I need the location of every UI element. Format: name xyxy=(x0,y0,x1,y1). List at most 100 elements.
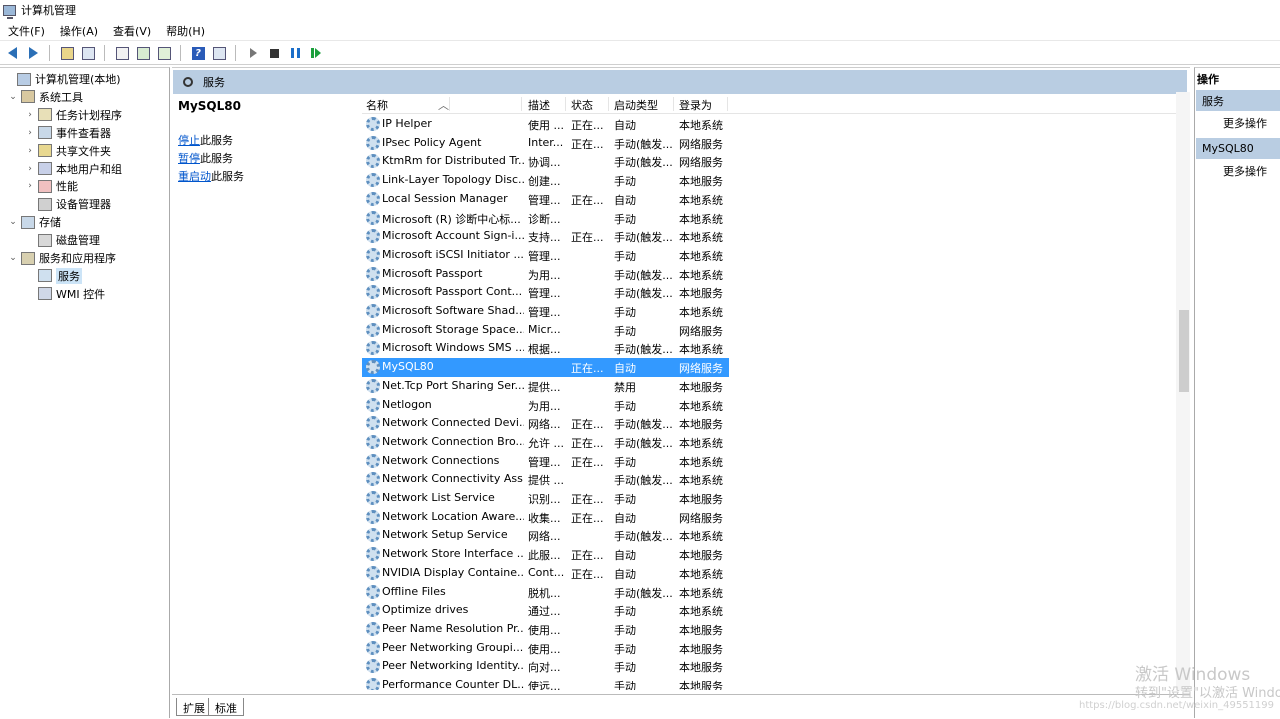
forward-icon[interactable] xyxy=(24,44,42,62)
menu-action[interactable]: 操作(A) xyxy=(52,23,105,39)
column-description[interactable]: 描述 xyxy=(528,97,566,112)
back-icon[interactable] xyxy=(3,44,21,62)
service-name-cell: Peer Name Resolution Pr... xyxy=(382,621,524,635)
vertical-scrollbar[interactable] xyxy=(1176,92,1190,690)
actions-section-services[interactable]: 服务 xyxy=(1196,90,1280,111)
expand-toggle-icon[interactable]: › xyxy=(25,146,35,156)
tree-item-7[interactable]: 设备管理器 xyxy=(25,195,111,213)
up-icon[interactable] xyxy=(58,44,76,62)
service-row[interactable]: Microsoft Software Shad... 管理... 手动 本地系统 xyxy=(362,302,1177,321)
service-row[interactable]: Network Connectivity Ass... 提供 ... 手动(触发..… xyxy=(362,470,1177,489)
properties-icon[interactable] xyxy=(210,44,228,62)
column-startup-type[interactable]: 启动类型 xyxy=(614,97,674,112)
tree-item-2[interactable]: › 任务计划程序 xyxy=(25,106,122,124)
service-row[interactable]: Peer Networking Groupi... 使用... 手动 本地服务 xyxy=(362,639,1177,658)
scrollbar-thumb[interactable] xyxy=(1179,310,1189,392)
menu-help[interactable]: 帮助(H) xyxy=(158,23,212,39)
service-name-cell: Microsoft Windows SMS ... xyxy=(382,341,524,355)
expand-toggle-icon[interactable]: ⌄ xyxy=(8,92,18,102)
service-description-cell: Micr... xyxy=(528,322,561,336)
service-row[interactable]: Microsoft Account Sign-i... 支持... 正在... 手动(… xyxy=(362,227,1177,246)
tree-item-9[interactable]: 磁盘管理 xyxy=(25,231,100,249)
service-row[interactable]: Optimize drives 通过... 手动 本地系统 xyxy=(362,601,1177,620)
tree-item-8[interactable]: ⌄ 存储 xyxy=(8,213,61,231)
column-logon-as[interactable]: 登录为 xyxy=(679,97,728,112)
service-row[interactable]: NVIDIA Display Containe... Cont... 正在... 自动… xyxy=(362,564,1177,583)
tab-extended[interactable]: 扩展 xyxy=(176,698,212,716)
service-row[interactable]: Net.Tcp Port Sharing Ser... 提供... 禁用 本地服务 xyxy=(362,377,1177,396)
expand-toggle-icon[interactable]: › xyxy=(25,181,35,191)
actions-section-mysql80[interactable]: MySQL80 xyxy=(1196,138,1280,159)
service-row[interactable]: Network Location Aware... 收集... 正在... 自动 网络服… xyxy=(362,508,1177,527)
tree-item-6[interactable]: › 性能 xyxy=(25,177,78,195)
service-row[interactable]: Network List Service 识别... 正在... 手动 本地服务 xyxy=(362,489,1177,508)
service-row[interactable]: Peer Networking Identity... 向对... 手动 本地服务 xyxy=(362,657,1177,676)
service-row[interactable]: Microsoft Windows SMS ... 根据... 手动(触发... 本地… xyxy=(362,339,1177,358)
service-row[interactable]: Microsoft Passport 为用... 手动(触发... 本地系统 xyxy=(362,265,1177,284)
refresh-icon[interactable] xyxy=(134,44,152,62)
tree-item-1[interactable]: ⌄ 系统工具 xyxy=(8,88,83,106)
service-row[interactable]: Network Connected Devi... 网络... 正在... 手动(触发… xyxy=(362,414,1177,433)
pause-service-link[interactable]: 暂停 xyxy=(178,152,200,165)
tree-item-5[interactable]: › 本地用户和组 xyxy=(25,160,122,178)
tree-item-11[interactable]: 服务 xyxy=(25,267,82,285)
service-logon-cell: 本地系统 xyxy=(679,399,723,413)
more-actions-services[interactable]: 更多操作 xyxy=(1223,115,1267,131)
service-row[interactable]: Network Setup Service 网络... 手动(触发... 本地系统 xyxy=(362,526,1177,545)
service-startup-cell: 禁用 xyxy=(614,380,636,394)
service-logon-cell: 本地系统 xyxy=(679,212,723,226)
start-service-icon[interactable] xyxy=(244,44,262,62)
export-list-icon[interactable] xyxy=(155,44,173,62)
stop-service-link[interactable]: 停止 xyxy=(178,134,200,147)
service-row[interactable]: Local Session Manager 管理... 正在... 自动 本地系统 xyxy=(362,190,1177,209)
tree-item-12[interactable]: WMI 控件 xyxy=(25,285,105,303)
service-row[interactable]: IPsec Policy Agent Inter... 正在... 手动(触发... 网… xyxy=(362,134,1177,153)
service-row[interactable]: MySQL80 正在... 自动 网络服务 xyxy=(362,358,1177,377)
service-row[interactable]: Network Store Interface ... 此服... 正在... 自动 本… xyxy=(362,545,1177,564)
tab-standard[interactable]: 标准 xyxy=(208,698,244,716)
service-name-cell: Offline Files xyxy=(382,584,446,598)
service-row[interactable]: Performance Counter DL... 使远... 手动 本地服务 xyxy=(362,676,1177,690)
expand-toggle-icon[interactable]: ⌄ xyxy=(8,253,18,263)
service-row[interactable]: Peer Name Resolution Pr... 使用... 手动 本地服务 xyxy=(362,620,1177,639)
tree-item-4[interactable]: › 共享文件夹 xyxy=(25,142,111,160)
stop-service-icon[interactable] xyxy=(265,44,283,62)
service-row[interactable]: Netlogon 为用... 手动 本地系统 xyxy=(362,396,1177,415)
service-gear-icon xyxy=(366,397,380,412)
restart-service-link[interactable]: 重启动 xyxy=(178,170,211,183)
service-row[interactable]: Offline Files 脱机... 手动(触发... 本地系统 xyxy=(362,583,1177,602)
service-gear-icon xyxy=(366,547,380,562)
column-status[interactable]: 状态 xyxy=(571,97,609,112)
expand-toggle-icon[interactable]: ⌄ xyxy=(8,217,18,227)
help-icon[interactable]: ? xyxy=(189,44,207,62)
service-row[interactable]: Microsoft iSCSI Initiator ... 管理... 手动 本地系统 xyxy=(362,246,1177,265)
pause-service-icon[interactable] xyxy=(286,44,304,62)
column-name[interactable]: 名称 xyxy=(366,97,522,112)
service-description-cell: 脱机... xyxy=(528,586,561,600)
export-icon[interactable] xyxy=(113,44,131,62)
show-tree-icon[interactable] xyxy=(79,44,97,62)
service-row[interactable]: Network Connection Bro... 允许 ... 正在... 手动(触… xyxy=(362,433,1177,452)
tree-item-3[interactable]: › 事件查看器 xyxy=(25,124,111,142)
service-row[interactable]: IP Helper 使用 ... 正在... 自动 本地系统 xyxy=(362,115,1177,134)
expand-toggle-icon[interactable]: › xyxy=(25,110,35,120)
menu-view[interactable]: 查看(V) xyxy=(105,23,158,39)
service-row[interactable]: Microsoft Storage Space... Micr... 手动 网络服务 xyxy=(362,321,1177,340)
tree-item-0[interactable]: 计算机管理(本地) xyxy=(4,70,121,88)
expand-toggle-icon[interactable]: › xyxy=(25,164,35,174)
toolbar-separator xyxy=(180,45,186,61)
restart-service-icon[interactable] xyxy=(307,44,325,62)
service-startup-cell: 自动 xyxy=(614,549,636,563)
service-status-cell: 正在... xyxy=(571,511,604,525)
more-actions-mysql80[interactable]: 更多操作 xyxy=(1223,163,1267,179)
tree-item-10[interactable]: ⌄ 服务和应用程序 xyxy=(8,249,116,267)
service-row[interactable]: Network Connections 管理... 正在... 手动 本地系统 xyxy=(362,452,1177,471)
service-description-cell: 为用... xyxy=(528,268,561,282)
service-row[interactable]: Microsoft (R) 诊断中心标... 诊断... 手动 本地系统 xyxy=(362,209,1177,228)
service-row[interactable]: KtmRm for Distributed Tr... 协调... 手动(触发...… xyxy=(362,152,1177,171)
menu-file[interactable]: 文件(F) xyxy=(0,23,52,39)
service-row[interactable]: Microsoft Passport Cont... 管理... 手动(触发... 本… xyxy=(362,283,1177,302)
expand-toggle-icon[interactable]: › xyxy=(25,128,35,138)
service-logon-cell: 本地系统 xyxy=(679,343,723,357)
service-row[interactable]: Link-Layer Topology Disc... 创建... 手动 本地服务 xyxy=(362,171,1177,190)
